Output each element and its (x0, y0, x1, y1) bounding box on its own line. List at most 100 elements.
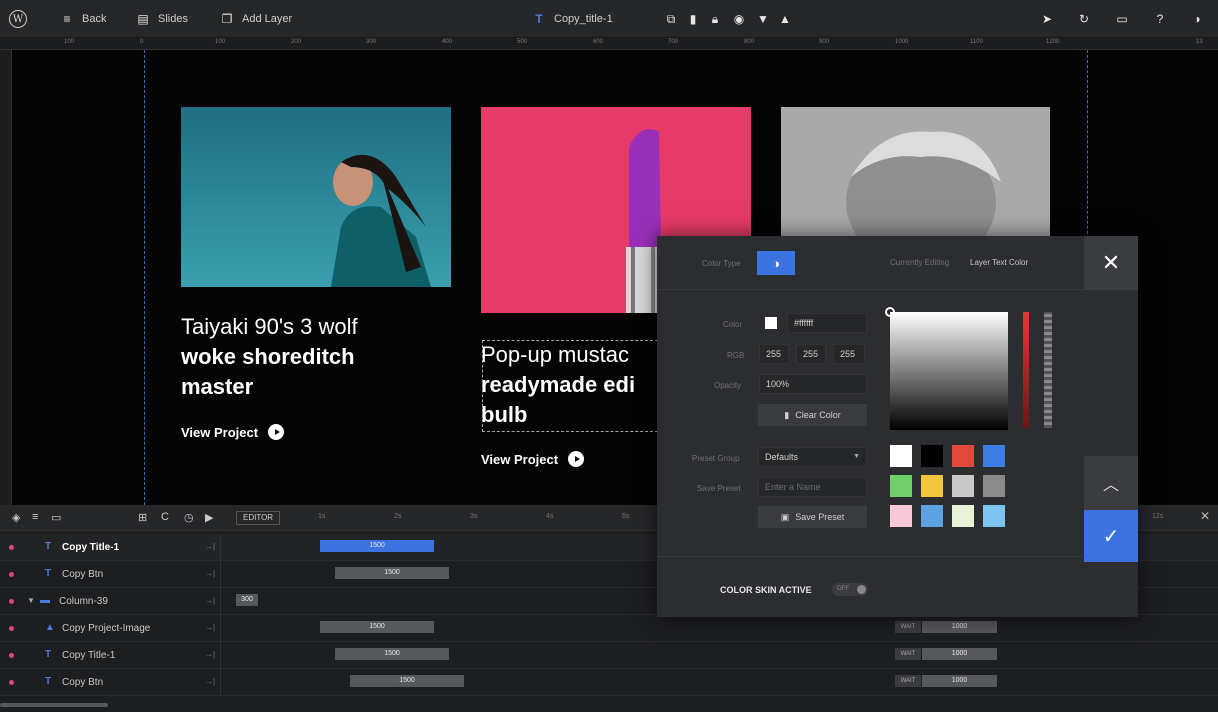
color-swatch[interactable] (921, 475, 943, 497)
cursor-icon[interactable]: ➤ (1040, 0, 1054, 38)
collapse-arrow-icon[interactable]: →| (205, 596, 215, 605)
green-input[interactable]: 255 (796, 344, 826, 364)
folder-icon[interactable]: ▭ (51, 511, 61, 524)
confirm-button[interactable]: ✓ (1084, 510, 1138, 562)
color-preview[interactable] (765, 317, 777, 329)
ruler-label: 1000 (895, 39, 909, 45)
chevron-down-icon[interactable]: ▼ (756, 0, 770, 38)
layers-icon[interactable]: ◈ (12, 511, 20, 524)
color-swatch[interactable] (890, 445, 912, 467)
red-input[interactable]: 255 (759, 344, 789, 364)
card-image-3[interactable] (781, 107, 1050, 237)
current-layer-name[interactable]: T Copy_title-1 (532, 0, 612, 38)
out-bar[interactable]: 1000 (922, 648, 997, 660)
color-swatch[interactable] (921, 445, 943, 467)
delete-icon[interactable]: ▮ (686, 0, 700, 38)
timeline-bar[interactable]: 1500 (320, 621, 434, 633)
text-layer-icon: T (535, 12, 543, 26)
undo-icon[interactable]: ↻ (1077, 0, 1091, 38)
color-swatch[interactable] (952, 505, 974, 527)
color-swatch[interactable] (983, 505, 1005, 527)
color-swatch[interactable] (921, 505, 943, 527)
timeline-bar[interactable]: 1500 (335, 648, 449, 660)
timeline-row[interactable]: ▲ Copy Project-Image →| 1500 WAIT 1000 (0, 615, 1218, 642)
picker-handle[interactable] (885, 307, 895, 317)
rgb-label: RGB (727, 351, 745, 360)
wait-label: WAIT (895, 648, 921, 660)
color-type-toggle[interactable]: ◑ (757, 251, 795, 275)
ruler-label: 400 (442, 39, 453, 45)
add-layer-button[interactable]: ❐ Add Layer (220, 0, 293, 38)
menu-icon: ≡ (63, 12, 71, 26)
collapse-arrow-icon[interactable]: →| (205, 542, 215, 551)
preset-group-select[interactable]: Defaults ▼ (758, 447, 867, 467)
timeline-row[interactable]: T Copy Btn →| 1500 WAIT 1000 (0, 669, 1218, 696)
view-project-button-1[interactable]: View Project (181, 424, 285, 440)
desktop-icon[interactable]: ▭ (1115, 0, 1129, 38)
loop-icon[interactable]: C (161, 511, 169, 523)
view-project-button-2[interactable]: View Project (481, 451, 585, 467)
opacity-input[interactable]: 100% (759, 374, 867, 394)
hex-input[interactable]: #ffffff (787, 313, 867, 333)
wordpress-logo[interactable]: W (9, 0, 27, 38)
lock-icon[interactable]: 🔒︎ (708, 0, 722, 38)
contrast-icon[interactable]: ◑ (1190, 0, 1204, 38)
text-layer-icon: T (45, 649, 52, 660)
color-swatch[interactable] (890, 475, 912, 497)
left-guide (144, 50, 145, 505)
hue-slider[interactable] (1023, 312, 1029, 428)
color-swatch[interactable] (983, 475, 1005, 497)
help-icon[interactable]: ? (1153, 0, 1167, 38)
collapse-arrow-icon[interactable]: →| (205, 677, 215, 686)
play-icon[interactable]: ▶ (205, 511, 213, 524)
horizontal-scrollbar[interactable] (0, 703, 108, 707)
timeline-bar[interactable]: 1500 (350, 675, 464, 687)
close-dialog-button[interactable]: ✕ (1084, 236, 1138, 290)
collapse-arrow-icon[interactable]: →| (205, 623, 215, 632)
out-bar[interactable]: 1000 (922, 621, 997, 633)
blue-input[interactable]: 255 (833, 344, 865, 364)
timeline-row[interactable]: T Copy Title-1 →| 1500 WAIT 1000 (0, 642, 1218, 669)
selection-box[interactable] (482, 340, 658, 432)
timeline-bar[interactable]: 1500 (320, 540, 434, 552)
save-preset-btn-label: Save Preset (795, 512, 845, 522)
editor-tab[interactable]: EDITOR (236, 511, 281, 525)
checkmark-icon: ✓ (1102, 525, 1120, 548)
color-swatch[interactable] (952, 475, 974, 497)
time-tick: 5s (622, 513, 630, 520)
wait-label: WAIT (895, 621, 921, 633)
collapse-arrow-icon[interactable]: →| (205, 650, 215, 659)
time-tick: 3s (470, 513, 478, 520)
save-preset-button[interactable]: ▣ Save Preset (758, 506, 867, 528)
timer-icon[interactable]: ◷ (184, 511, 194, 524)
clear-color-button[interactable]: ▮ Clear Color (758, 404, 867, 426)
color-skin-toggle[interactable]: OFF (832, 583, 868, 596)
color-type-label: Color Type (702, 259, 741, 268)
expand-arrow-icon[interactable]: ▼ (27, 596, 35, 605)
color-swatch[interactable] (983, 445, 1005, 467)
status-dot (9, 626, 14, 631)
slides-button[interactable]: ▤ Slides (136, 0, 188, 38)
grid-icon[interactable]: ⊞ (138, 511, 147, 524)
card-title-1[interactable]: Taiyaki 90's 3 wolf woke shoreditch mast… (181, 312, 451, 402)
back-button[interactable]: ≡ Back (60, 0, 106, 38)
saturation-picker[interactable] (890, 312, 1008, 430)
visibility-icon[interactable]: ◉ (732, 0, 746, 38)
woman-photo (331, 154, 431, 287)
ruler-label: 1200 (1046, 39, 1060, 45)
color-swatch[interactable] (890, 505, 912, 527)
collapse-arrow-icon[interactable]: →| (205, 569, 215, 578)
timeline-bar[interactable]: 300 (236, 594, 258, 606)
chevron-up-icon[interactable]: ▲ (778, 0, 792, 38)
collapse-up-button[interactable]: ︿ (1084, 456, 1138, 510)
out-bar[interactable]: 1000 (922, 675, 997, 687)
close-timeline-icon[interactable]: ✕ (1200, 509, 1210, 523)
color-swatch[interactable] (952, 445, 974, 467)
slides-label: Slides (158, 13, 188, 25)
list-icon[interactable]: ≡ (32, 511, 38, 523)
alpha-slider[interactable] (1044, 312, 1052, 428)
duplicate-icon[interactable]: ⧉ (664, 0, 678, 38)
preset-name-input[interactable]: Enter a Name (758, 477, 867, 497)
card-image-1[interactable] (181, 107, 451, 287)
timeline-bar[interactable]: 1500 (335, 567, 449, 579)
